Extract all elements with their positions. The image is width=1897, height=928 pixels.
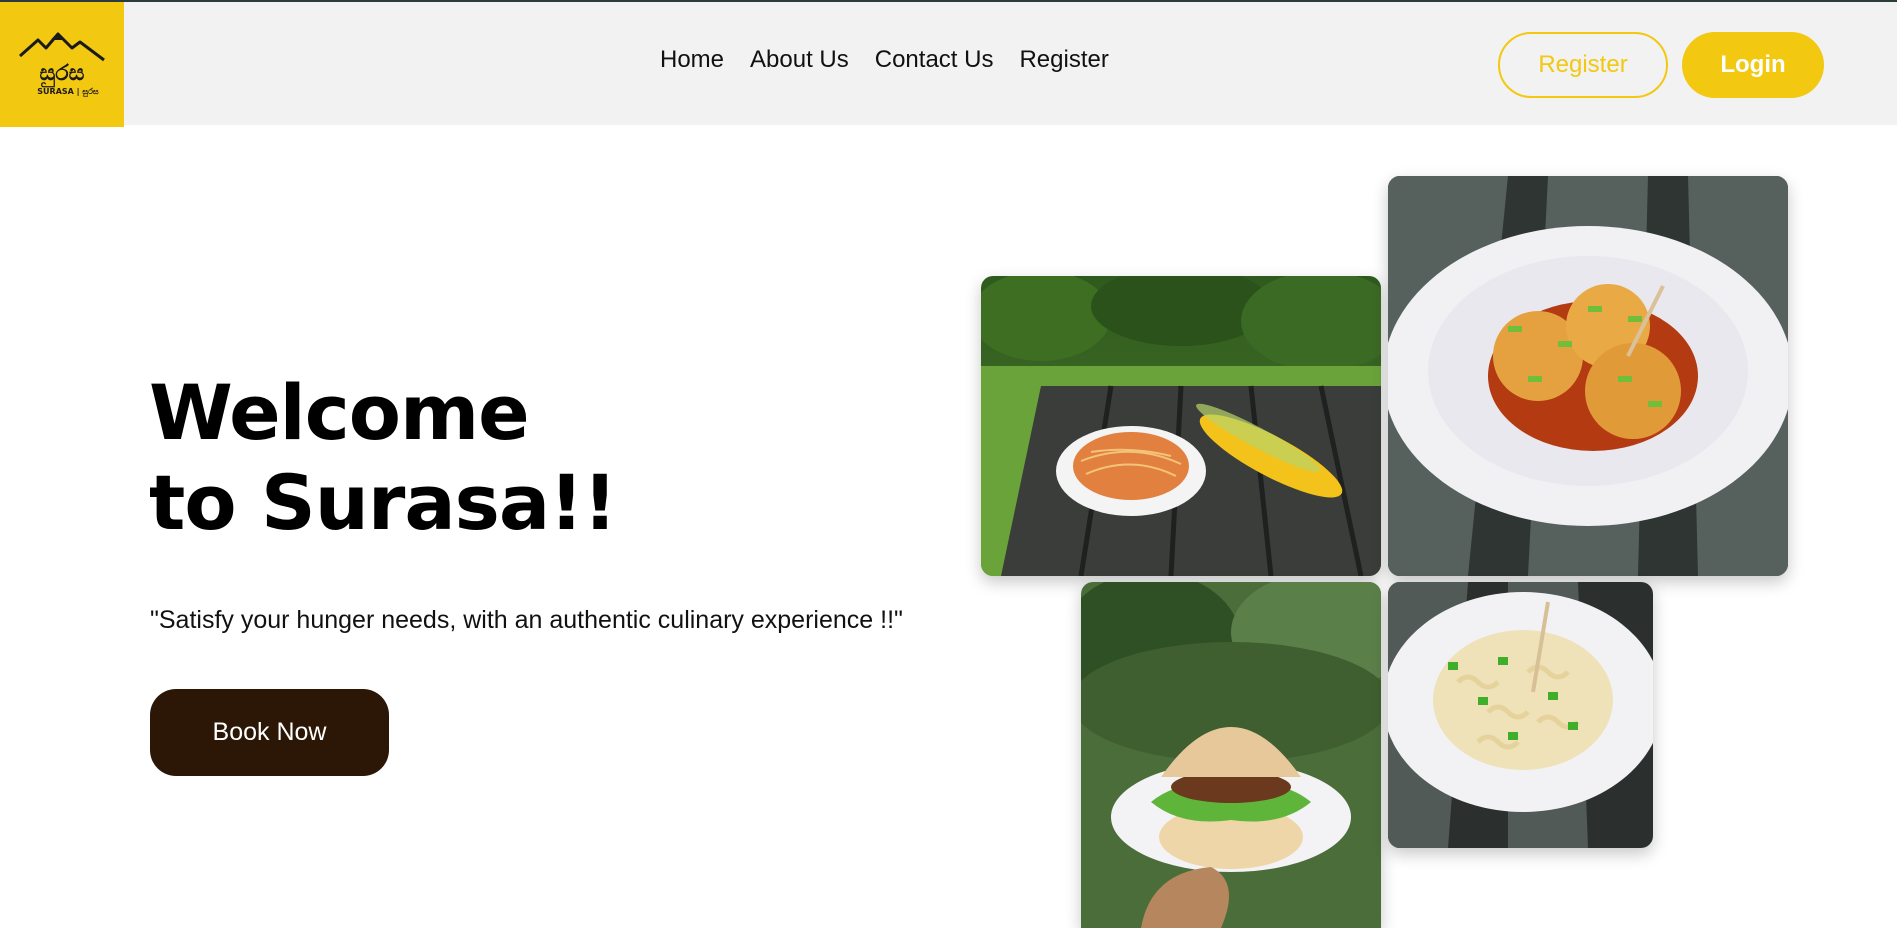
surasa-logo-icon: සුරස SURASA | සුරස	[19, 32, 105, 97]
hero-title: Welcome to Surasa!!	[149, 368, 849, 548]
logo[interactable]: සුරස SURASA | සුරස	[0, 2, 124, 127]
pasta-photo	[1388, 582, 1653, 848]
svg-text:සුරස: සුරස	[40, 61, 85, 88]
nav-home-link[interactable]: Home	[660, 46, 724, 74]
hero-title-line2: to Surasa!!	[149, 458, 617, 547]
burger-photo	[1081, 582, 1381, 928]
nav-register-link[interactable]: Register	[1019, 46, 1108, 74]
register-button[interactable]: Register	[1498, 32, 1668, 98]
hero-title-line1: Welcome	[149, 368, 530, 457]
logo-wordmark: SURASA | සුරස	[37, 87, 99, 97]
login-button[interactable]: Login	[1682, 32, 1824, 98]
book-now-button[interactable]: Book Now	[150, 689, 389, 776]
site-header: සුරස SURASA | සුරස Home About Us Contact…	[0, 0, 1897, 127]
nav-about-link[interactable]: About Us	[750, 46, 849, 74]
noodles-and-corn-photo	[981, 276, 1381, 576]
main-nav: Home About Us Contact Us Register	[660, 46, 1109, 74]
fried-balls-in-sauce-photo	[1388, 176, 1788, 576]
hero-tagline: "Satisfy your hunger needs, with an auth…	[150, 606, 903, 634]
nav-contact-link[interactable]: Contact Us	[875, 46, 994, 74]
